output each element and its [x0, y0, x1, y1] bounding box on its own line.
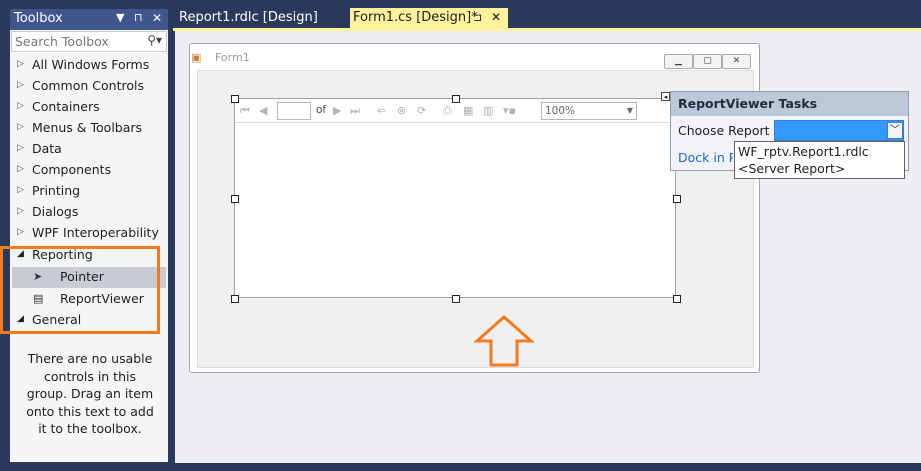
- chevron-down-icon[interactable]: ﹀: [887, 122, 903, 139]
- minimize-button[interactable]: ▁: [664, 54, 693, 69]
- stop-icon[interactable]: ⊗: [397, 104, 406, 117]
- resize-handle[interactable]: [452, 95, 460, 103]
- form-icon: ▣: [191, 51, 202, 64]
- resize-handle[interactable]: [231, 95, 239, 103]
- expand-icon: ▷: [17, 143, 24, 153]
- search-icon[interactable]: ⚲▾: [147, 33, 162, 47]
- maximize-button[interactable]: ▢: [693, 54, 722, 69]
- choose-report-dropdown: WF_rptv.Report1.rdlc <Server Report>: [734, 141, 905, 179]
- expand-icon: ▷: [17, 80, 24, 90]
- page-number-input[interactable]: [277, 102, 311, 120]
- toolbox-title: Toolbox: [14, 11, 63, 26]
- tab-label: Report1.rdlc [Design]: [179, 10, 318, 25]
- toolbox-group[interactable]: ▷ Menus & Toolbars: [10, 118, 168, 139]
- zoom-value: 100%: [545, 105, 576, 117]
- toolbox-group-label: WPF Interoperability: [32, 225, 159, 240]
- toolbox-search[interactable]: ⚲▾: [11, 31, 167, 52]
- expand-icon: ▷: [17, 185, 24, 195]
- tasks-header: ReportViewer Tasks: [671, 92, 908, 116]
- export-icon[interactable]: ▾▪: [503, 104, 516, 117]
- toolbox-group-label: Data: [32, 141, 62, 156]
- toolbox-empty-message: There are no usable controls in this gro…: [26, 351, 154, 436]
- print-layout-icon[interactable]: ▦: [463, 104, 473, 117]
- resize-handle[interactable]: [231, 195, 239, 203]
- toolbox-group[interactable]: ▷ Containers: [10, 97, 168, 118]
- toolbox-panel: Toolbox ▼ ⊓ ✕ ⚲▾ ▷ All Windows Forms ▷ C…: [10, 9, 168, 462]
- page-of-label: of: [316, 104, 327, 116]
- highlight-box: [0, 246, 160, 334]
- close-icon[interactable]: ✕: [491, 10, 501, 24]
- previous-page-icon[interactable]: ◀: [259, 104, 267, 117]
- toolbox-group[interactable]: ▷ Components: [10, 160, 168, 181]
- up-arrow-icon: [474, 314, 534, 367]
- status-bar: [0, 463, 921, 471]
- dropdown-option[interactable]: WF_rptv.Report1.rdlc: [738, 144, 869, 159]
- toolbox-search-input[interactable]: [15, 33, 143, 50]
- pin-icon[interactable]: ⊓: [134, 11, 143, 24]
- toolbox-group[interactable]: ▷ Printing: [10, 181, 168, 202]
- next-page-icon[interactable]: ▶: [333, 104, 341, 117]
- toolbox-group[interactable]: ▷ All Windows Forms: [10, 55, 168, 76]
- close-icon[interactable]: ✕: [152, 11, 162, 25]
- resize-handle[interactable]: [673, 195, 681, 203]
- toolbox-group-label: Dialogs: [32, 204, 79, 219]
- tab-report-design[interactable]: Report1.rdlc [Design]: [173, 8, 347, 28]
- pin-icon[interactable]: ⊐: [473, 11, 482, 24]
- toolbox-group-label: Containers: [32, 99, 100, 114]
- zoom-select[interactable]: 100% ▼: [541, 102, 637, 120]
- last-page-icon[interactable]: ⏭: [350, 104, 360, 118]
- report-viewer-control[interactable]: ⏮ ◀ of ▶ ⏭ ⇐ ⊗ ⟳ ⎙ ▦ ▥ ▾▪ 100% ▼: [234, 98, 676, 298]
- expand-icon: ▷: [17, 164, 24, 174]
- toolbox-group[interactable]: ▷ WPF Interoperability: [10, 223, 168, 244]
- print-icon[interactable]: ⎙: [443, 104, 452, 118]
- toolbox-group-label: Menus & Toolbars: [32, 120, 143, 135]
- close-button[interactable]: ✕: [722, 54, 751, 69]
- toolbox-group[interactable]: ▷ Common Controls: [10, 76, 168, 97]
- chevron-down-icon: ▼: [626, 106, 633, 115]
- back-icon[interactable]: ⇐: [377, 104, 386, 117]
- smart-tag-glyph[interactable]: ◂: [661, 92, 670, 101]
- tasks-title: ReportViewer Tasks: [678, 96, 818, 111]
- choose-report-select[interactable]: ﹀: [774, 120, 904, 141]
- dropdown-icon[interactable]: ▼: [116, 11, 124, 24]
- tab-label: Form1.cs [Design]*: [353, 10, 478, 25]
- page-setup-icon[interactable]: ▥: [483, 104, 493, 117]
- expand-icon: ▷: [17, 101, 24, 111]
- toolbox-group[interactable]: ▷ Dialogs: [10, 202, 168, 223]
- tab-form-design[interactable]: Form1.cs [Design]* ⊐ ✕: [350, 8, 508, 28]
- resize-handle[interactable]: [673, 295, 681, 303]
- form-title: Form1: [215, 51, 250, 64]
- resize-handle[interactable]: [452, 295, 460, 303]
- refresh-icon[interactable]: ⟳: [417, 104, 426, 117]
- toolbox-header: Toolbox ▼ ⊓ ✕: [10, 9, 168, 30]
- toolbox-group[interactable]: ▷ Data: [10, 139, 168, 160]
- expand-icon: ▷: [17, 227, 24, 237]
- expand-icon: ▷: [17, 122, 24, 132]
- choose-report-label: Choose Report: [678, 123, 770, 138]
- dock-in-parent-link[interactable]: Dock in Parent Container: [678, 150, 733, 165]
- dropdown-option[interactable]: <Server Report>: [738, 161, 845, 176]
- expand-icon: ▷: [17, 59, 24, 69]
- toolbox-group-label: Components: [32, 162, 112, 177]
- toolbox-group-label: Common Controls: [32, 78, 144, 93]
- first-page-icon[interactable]: ⏮: [240, 104, 250, 118]
- expand-icon: ▷: [17, 206, 24, 216]
- toolbox-group-label: Printing: [32, 183, 81, 198]
- resize-handle[interactable]: [231, 295, 239, 303]
- toolbox-group-label: All Windows Forms: [32, 57, 150, 72]
